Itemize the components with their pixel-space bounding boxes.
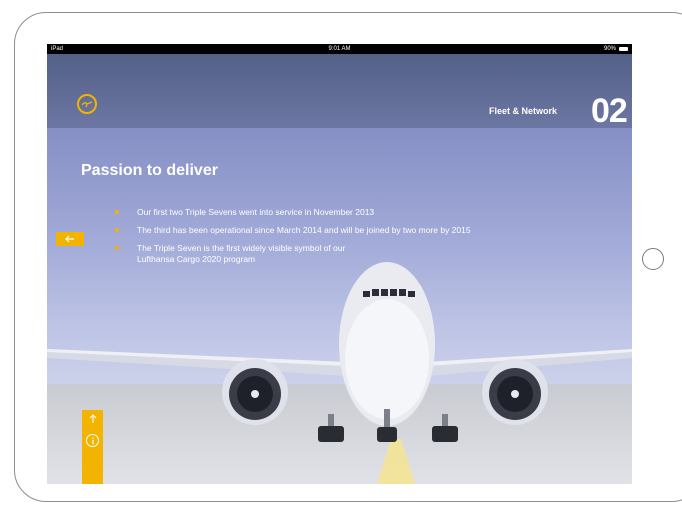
bullet-list: Our first two Triple Sevens went into se…	[115, 207, 597, 272]
bullet-icon	[115, 228, 119, 232]
bullet-icon	[115, 210, 119, 214]
bullet-icon	[115, 246, 119, 250]
list-item: Our first two Triple Sevens went into se…	[115, 207, 597, 218]
info-icon	[91, 437, 94, 444]
bullet-text-continued: Lufthansa Cargo 2020 program	[137, 254, 256, 264]
back-button[interactable]	[56, 232, 84, 246]
bullet-text: The third has been operational since Mar…	[137, 225, 471, 235]
arrow-left-icon	[65, 235, 74, 243]
side-tool-panel	[82, 410, 103, 484]
bullet-text: The Triple Seven is the first widely vis…	[137, 243, 346, 253]
bullet-text: Our first two Triple Sevens went into se…	[137, 207, 375, 217]
arrow-up-icon	[89, 414, 96, 423]
page-title: Passion to deliver	[81, 162, 218, 179]
home-button-icon[interactable]	[642, 248, 664, 270]
list-item: The Triple Seven is the first widely vis…	[115, 243, 597, 265]
info-button[interactable]	[86, 434, 99, 447]
list-item: The third has been operational since Mar…	[115, 225, 597, 236]
app-screen: iPad 9:01 AM 90% Fleet & Network 02 Pass…	[47, 44, 632, 484]
scroll-up-button[interactable]	[82, 414, 103, 428]
